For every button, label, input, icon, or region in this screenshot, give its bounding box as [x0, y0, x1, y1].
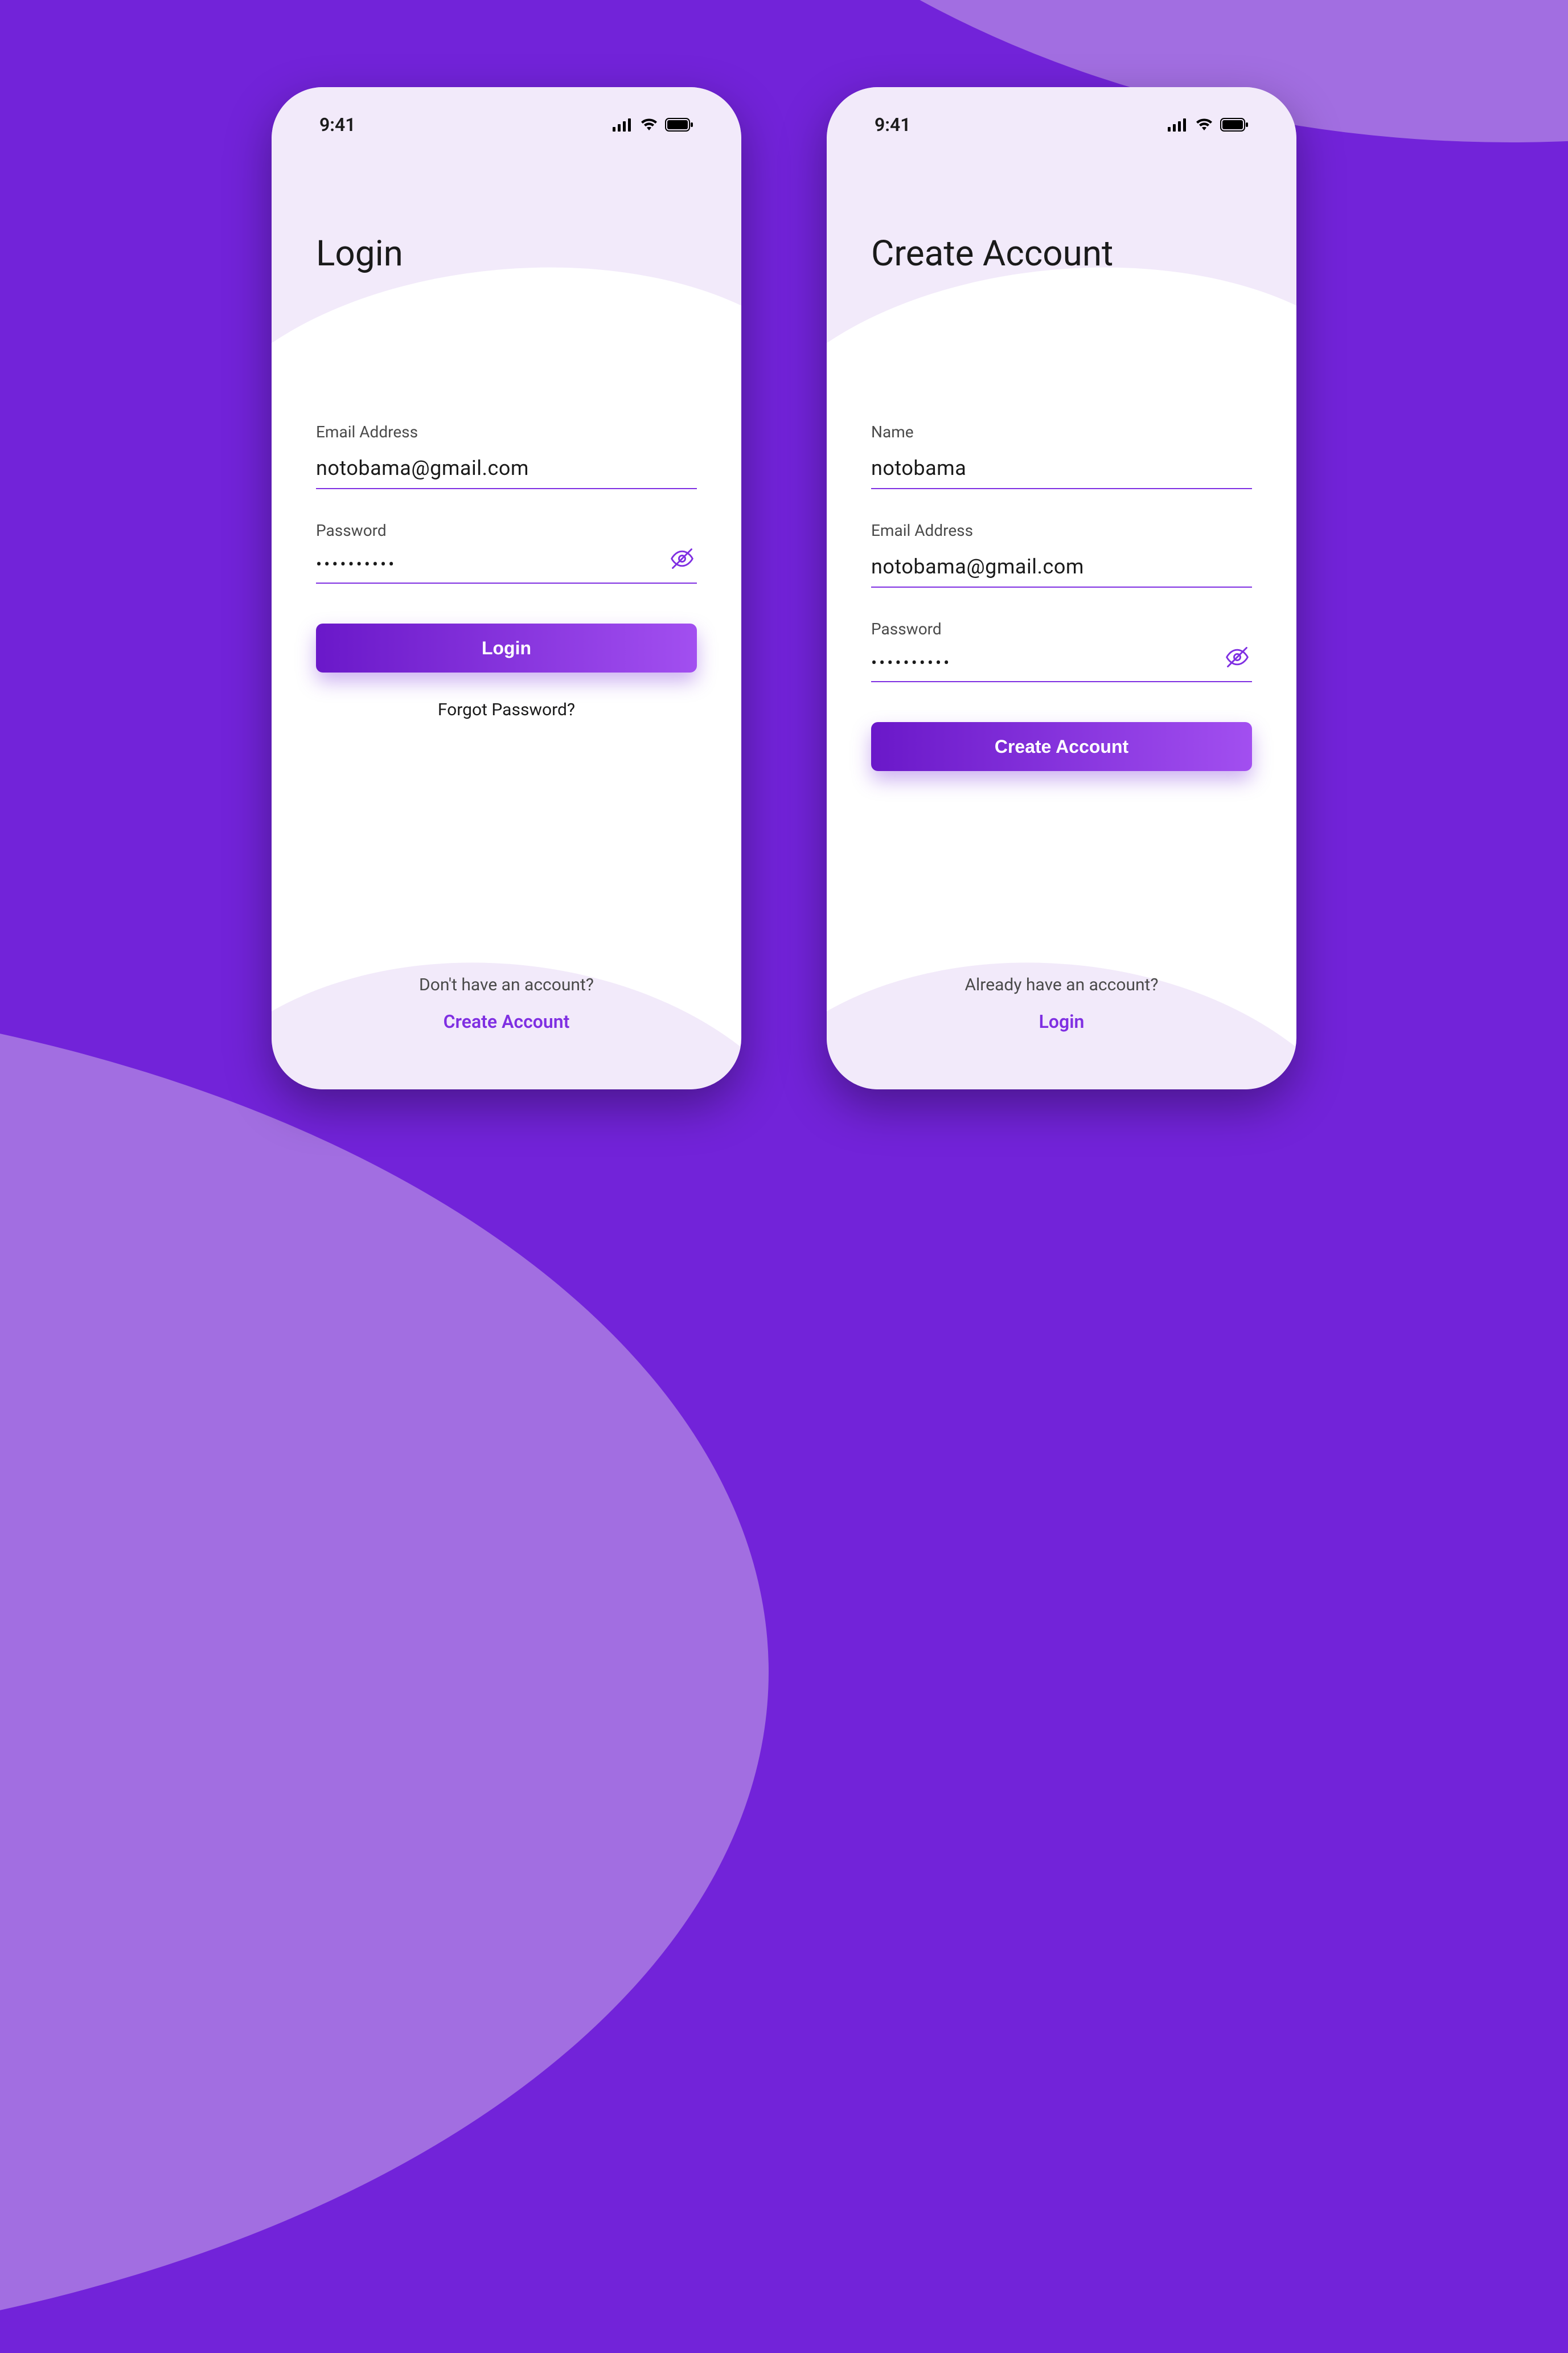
battery-icon	[1220, 118, 1249, 132]
status-bar: 9:41	[316, 96, 697, 153]
email-label: Email Address	[316, 423, 697, 441]
login-button[interactable]: Login	[316, 624, 697, 673]
status-time: 9:41	[875, 114, 911, 136]
password-field-group: Password	[871, 620, 1252, 682]
name-label: Name	[871, 423, 1252, 441]
signup-form: Name Email Address Password Create Accou…	[871, 423, 1252, 771]
status-time: 9:41	[319, 114, 356, 136]
name-field-group: Name	[871, 423, 1252, 489]
login-phone-frame: 9:41 Login Email Address	[272, 87, 741, 1089]
signup-footer: Already have an account? Login	[871, 975, 1252, 1032]
wifi-icon	[1195, 118, 1213, 132]
footer-prompt: Already have an account?	[871, 975, 1252, 995]
password-label: Password	[316, 521, 697, 540]
page-title: Create Account	[871, 233, 1252, 274]
name-input[interactable]	[871, 452, 1252, 489]
login-form: Email Address Password Login Forgot Pass…	[316, 423, 697, 720]
password-field-group: Password	[316, 521, 697, 584]
cellular-signal-icon	[613, 118, 633, 132]
create-account-button[interactable]: Create Account	[871, 722, 1252, 771]
wifi-icon	[640, 118, 658, 132]
background-blob-bottom	[0, 989, 769, 2353]
email-field-group: Email Address	[316, 423, 697, 489]
email-input[interactable]	[871, 550, 1252, 588]
email-field-group: Email Address	[871, 521, 1252, 588]
password-label: Password	[871, 620, 1252, 638]
stage: 9:41 Login Email Address	[0, 0, 1568, 1176]
eye-off-icon[interactable]	[1225, 645, 1250, 672]
password-input[interactable]	[316, 550, 697, 584]
password-input[interactable]	[871, 649, 1252, 682]
login-footer: Don't have an account? Create Account	[316, 975, 697, 1032]
status-bar: 9:41	[871, 96, 1252, 153]
battery-icon	[665, 118, 693, 132]
status-icons	[1168, 118, 1249, 132]
cellular-signal-icon	[1168, 118, 1188, 132]
status-icons	[613, 118, 693, 132]
signup-phone-frame: 9:41 Create Account Name	[827, 87, 1296, 1089]
footer-prompt: Don't have an account?	[316, 975, 697, 995]
page-title: Login	[316, 233, 697, 274]
eye-off-icon[interactable]	[670, 546, 695, 573]
forgot-password-link[interactable]: Forgot Password?	[316, 700, 697, 720]
create-account-link[interactable]: Create Account	[316, 1011, 697, 1032]
email-label: Email Address	[871, 521, 1252, 540]
login-link[interactable]: Login	[871, 1011, 1252, 1032]
email-input[interactable]	[316, 452, 697, 489]
